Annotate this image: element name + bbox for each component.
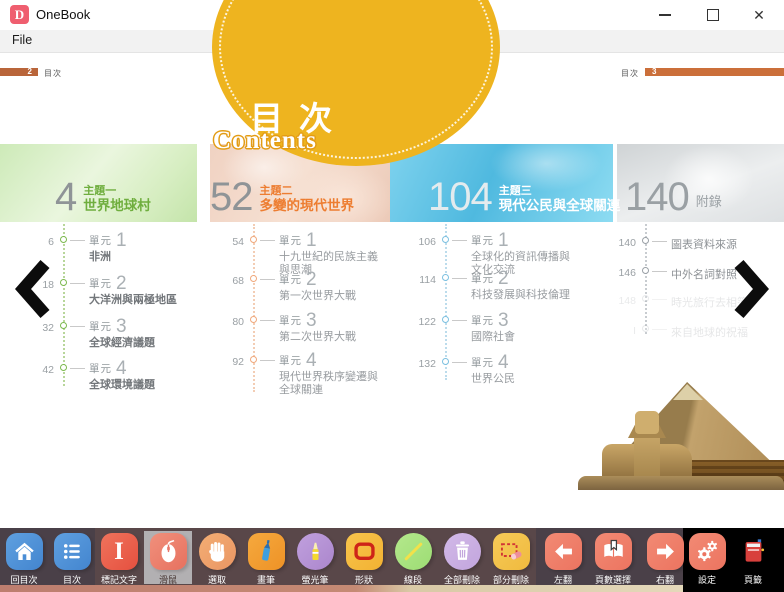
minimize-icon <box>659 14 671 16</box>
bullet-icon <box>60 364 67 371</box>
maximize-icon <box>707 9 719 21</box>
toolbar-button-page-select[interactable]: 頁數選擇 <box>589 533 637 586</box>
shape-icon <box>346 533 383 570</box>
toolbar-button-home[interactable]: 回目次 <box>0 533 48 586</box>
bullet-icon <box>442 358 449 365</box>
menu-file[interactable]: File <box>8 33 36 47</box>
page-header-label-left: 目次 <box>44 68 62 79</box>
toolbar-button-text-mark[interactable]: I 標記文字 <box>95 533 143 586</box>
toolbar-button-line[interactable]: 線段 <box>389 533 437 586</box>
toolbar-button-page-left[interactable]: 左翻 <box>539 533 587 586</box>
bullet-icon <box>60 279 67 286</box>
list-icon <box>54 533 91 570</box>
bullet-icon <box>442 316 449 323</box>
line-icon <box>395 533 432 570</box>
toc-item[interactable]: 132 單元4 世界公民 <box>406 355 579 386</box>
toolbar-button-delete-partial[interactable]: 部分刪除 <box>487 533 535 586</box>
page-back-arrow[interactable] <box>14 260 52 318</box>
window-title: OneBook <box>36 7 90 22</box>
bookmark-book-icon <box>735 533 772 570</box>
toolbar-button-toc[interactable]: 目次 <box>48 533 96 586</box>
toolbar-button-shape[interactable]: 形狀 <box>340 533 388 586</box>
toc-item[interactable]: 42 單元4 全球環境議題 <box>28 361 197 392</box>
home-icon <box>6 533 43 570</box>
toc-item[interactable]: 32 單元3 全球經濟議題 <box>28 319 197 350</box>
cover-title-en: Contents <box>213 127 317 155</box>
toolbar-button-page-right[interactable]: 右翻 <box>641 533 689 586</box>
toolbar-button-settings[interactable]: 設定 <box>683 533 731 586</box>
toc-item[interactable]: 54 單元1 十九世紀的民族主義與思潮 <box>218 233 387 277</box>
toc-column-header-theme3[interactable]: 104 主題三 現代公民與全球關連 <box>428 181 620 214</box>
bullet-icon <box>442 274 449 281</box>
toolbar-button-pen[interactable]: 畫筆 <box>242 533 290 586</box>
toolbar-button-bookmarks[interactable]: 頁籤 <box>729 533 777 586</box>
arrow-right-icon <box>647 533 684 570</box>
arrow-left-icon <box>545 533 582 570</box>
toc-item[interactable]: 6 單元1 非洲 <box>28 233 197 264</box>
bullet-icon <box>442 236 449 243</box>
toc-item[interactable]: 114 單元2 科技發展與科技倫理 <box>406 271 579 302</box>
bullet-icon <box>642 325 649 332</box>
toc-item[interactable]: 80 單元3 第二次世界大戰 <box>218 313 387 344</box>
text-mark-icon: I <box>101 533 138 570</box>
bullet-icon <box>642 267 649 274</box>
bullet-icon <box>642 295 649 302</box>
page-number-bar-left: 2 <box>0 68 38 76</box>
page-select-icon <box>595 533 632 570</box>
toc-column-header-theme1[interactable]: 4 主題一 世界地球村 <box>55 181 151 214</box>
mouse-icon <box>150 533 187 570</box>
toc-column-header-appendix[interactable]: 140 附錄 <box>625 181 722 214</box>
toc-column-header-theme2[interactable]: 52 主題二 多變的現代世界 <box>210 181 354 214</box>
bullet-icon <box>250 316 257 323</box>
sphinx-pyramid-photo <box>578 384 784 490</box>
bullet-icon <box>250 236 257 243</box>
toc-item[interactable]: 122 單元3 國際社會 <box>406 313 579 344</box>
toc-item[interactable]: I 來自地球的祝福 <box>606 322 748 340</box>
toolbar-button-mouse[interactable]: 滑鼠 <box>144 533 192 586</box>
page-number-bar-right: 3 <box>645 68 784 76</box>
page-header-label-right: 目次 <box>621 68 639 79</box>
page-forward-arrow[interactable] <box>732 260 770 318</box>
gear-icon <box>689 533 726 570</box>
bullet-icon <box>250 275 257 282</box>
highlighter-icon <box>297 533 334 570</box>
onebook-window: D OneBook ✕ File 2 目次 目次 3 目次 Contents 4… <box>0 0 784 592</box>
bullet-icon <box>642 237 649 244</box>
pen-icon <box>248 533 285 570</box>
chevron-right-icon <box>732 260 770 318</box>
toc-item[interactable]: 92 單元4 現代世界秩序變遷與全球關連 <box>218 353 387 397</box>
toc-item[interactable]: 68 單元2 第一次世界大戰 <box>218 272 387 303</box>
chevron-left-icon <box>14 260 52 318</box>
close-icon: ✕ <box>753 8 765 22</box>
toolbar: 回目次 目次 I 標記文字 滑鼠 選取 <box>0 528 784 592</box>
toc-item[interactable]: 18 單元2 大洋洲與兩極地區 <box>28 276 197 307</box>
toolbar-button-delete-all[interactable]: 全部刪除 <box>438 533 486 586</box>
trash-icon <box>444 533 481 570</box>
minimize-button[interactable] <box>648 0 682 30</box>
hand-icon <box>199 533 236 570</box>
toolbar-button-select[interactable]: 選取 <box>193 533 241 586</box>
toc-item[interactable]: 148 時光旅行去相簿 <box>606 292 748 310</box>
bullet-icon <box>60 322 67 329</box>
maximize-button[interactable] <box>696 0 730 30</box>
toc-item[interactable]: 140 圖表資料來源 <box>606 234 737 252</box>
page-bottom-strip <box>0 585 684 592</box>
partial-erase-icon <box>493 533 530 570</box>
bullet-icon <box>250 356 257 363</box>
bullet-icon <box>60 236 67 243</box>
toolbar-button-highlighter[interactable]: 螢光筆 <box>291 533 339 586</box>
close-button[interactable]: ✕ <box>742 0 776 30</box>
toc-item[interactable]: 146 中外名詞對照 <box>606 264 737 282</box>
app-logo-icon: D <box>10 5 29 24</box>
